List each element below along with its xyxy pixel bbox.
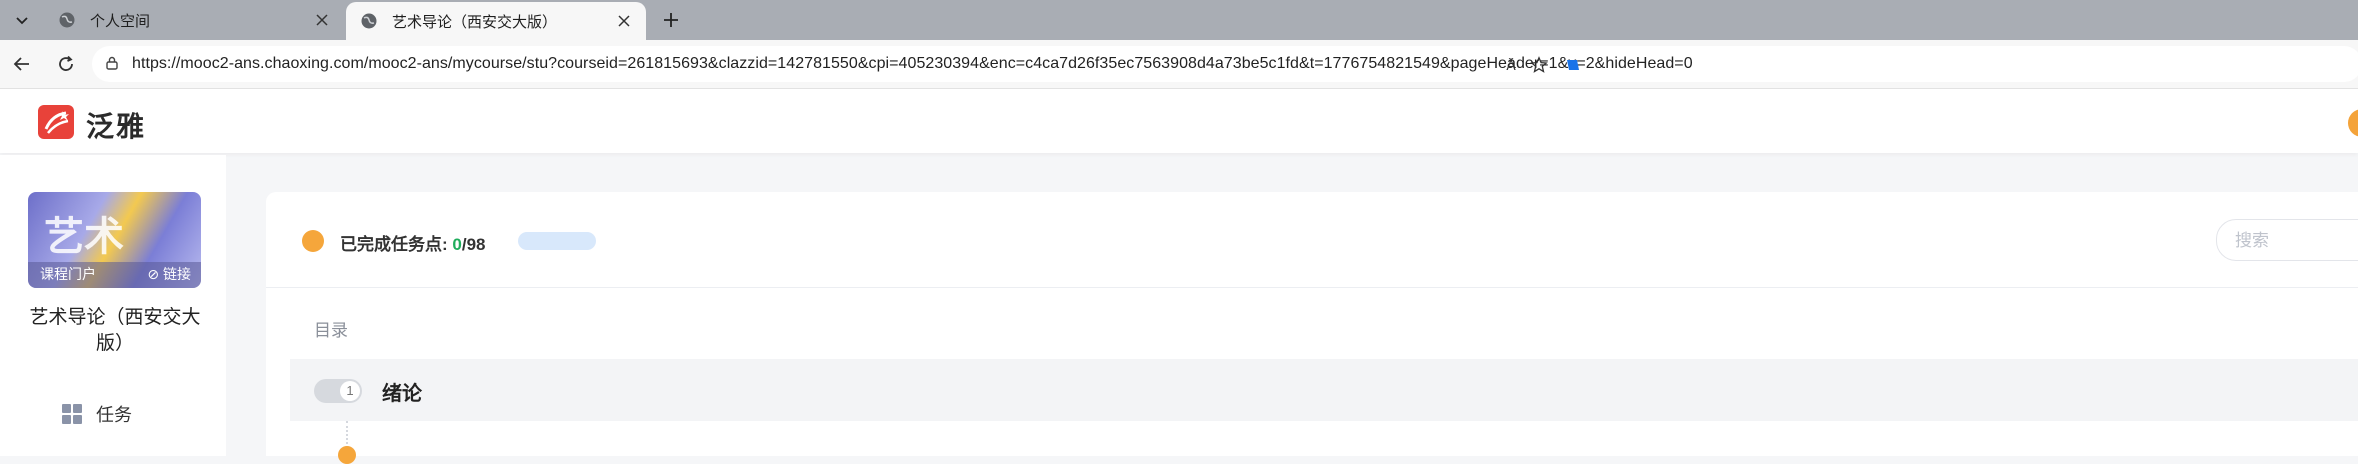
search-input[interactable] <box>2233 230 2358 252</box>
user-avatar[interactable] <box>2348 109 2358 137</box>
catalog-heading: 目录 <box>314 321 348 340</box>
close-tab-icon[interactable] <box>310 8 334 32</box>
tab-personal-space[interactable]: 个人空间 <box>46 0 344 40</box>
chapter-title: 绪论 <box>382 383 422 405</box>
sidebar-item-label: 任务 <box>96 405 132 425</box>
read-aloud-icon[interactable]: Ă <box>1500 54 1522 76</box>
main-panel: 已完成任务点: 0/98 目录 1 绪论 <box>266 192 2358 464</box>
progress-label-text: 已完成任务点: <box>340 235 453 254</box>
cover-art-text: 艺术 <box>44 215 124 259</box>
progress-bar <box>518 232 596 250</box>
tab-title: 个人空间 <box>90 12 151 30</box>
tab-title: 艺术导论（西安交大版） <box>392 13 558 31</box>
favorite-star-icon[interactable] <box>1528 54 1550 76</box>
course-share-link[interactable]: ⊘ 链接 <box>147 264 191 284</box>
progress-done-count: 0 <box>452 235 462 254</box>
reload-icon[interactable] <box>52 50 80 78</box>
url-text: https://mooc2-ans.chaoxing.com/mooc2-ans… <box>132 55 1693 72</box>
globe-icon <box>358 10 380 32</box>
course-portal-link[interactable]: 课程门户 <box>40 264 96 284</box>
chaoxing-logo-icon[interactable] <box>38 105 74 139</box>
progress-status-dot <box>302 230 324 252</box>
course-cover-image[interactable]: 艺术 课程门户 ⊘ 链接 <box>28 192 201 288</box>
tab-course-art-intro[interactable]: 艺术导论（西安交大版） <box>346 2 646 40</box>
chapter-number: 1 <box>340 381 360 401</box>
progress-label: 已完成任务点: 0/98 <box>340 230 486 255</box>
browser-address-bar: https://mooc2-ans.chaoxing.com/mooc2-ans… <box>0 40 2358 89</box>
close-tab-icon[interactable] <box>612 9 636 33</box>
tab-list-chevron-icon[interactable] <box>8 6 36 34</box>
brand-name: 泛雅 <box>86 111 147 142</box>
search-box[interactable] <box>2216 219 2358 261</box>
task-progress-row: 已完成任务点: 0/98 <box>266 192 2358 288</box>
course-title: 艺术导论（西安交大版） <box>29 307 201 354</box>
url-field[interactable]: https://mooc2-ans.chaoxing.com/mooc2-ans… <box>92 46 2358 82</box>
course-sidebar: 艺术 课程门户 ⊘ 链接 艺术导论（西安交大版） 任务 <box>0 155 226 456</box>
back-arrow-icon[interactable] <box>8 50 36 78</box>
grid-icon <box>62 404 82 424</box>
globe-icon <box>56 9 78 31</box>
extension-icon[interactable] <box>1562 54 1584 76</box>
browser-tab-bar: 个人空间 艺术导论（西安交大版） <box>0 0 2358 40</box>
sidebar-item-tasks[interactable]: 任务 <box>62 401 132 427</box>
section-status-dot <box>338 446 356 464</box>
progress-total-count: /98 <box>461 235 486 254</box>
chapter-toggle[interactable]: 1 <box>314 379 362 403</box>
site-header: 泛雅 <box>0 89 2358 153</box>
site-info-lock-icon[interactable] <box>104 55 122 73</box>
new-tab-plus-icon[interactable] <box>656 5 686 35</box>
chapter-row[interactable]: 1 绪论 <box>290 359 2358 421</box>
